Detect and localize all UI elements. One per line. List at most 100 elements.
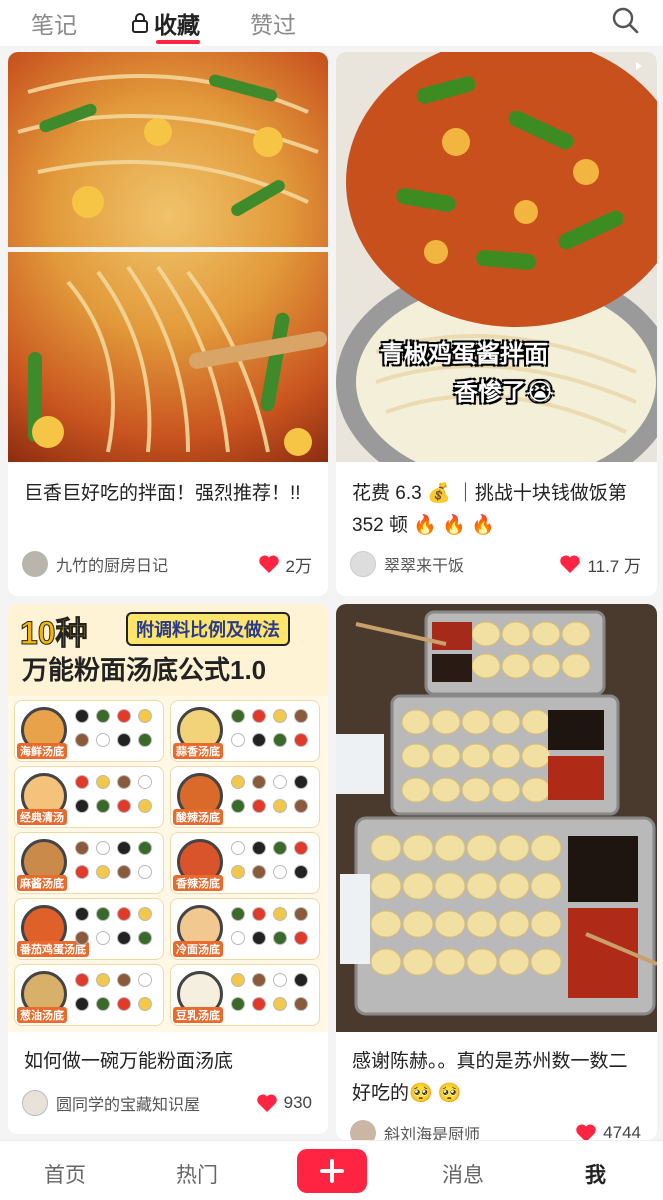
heart-icon[interactable] — [575, 1123, 597, 1140]
avatar[interactable] — [22, 1090, 48, 1116]
avatar[interactable] — [22, 551, 48, 577]
like-count: 4744 — [603, 1123, 641, 1140]
nav-home[interactable]: 首页 — [44, 1159, 86, 1189]
ingredient-icon — [138, 799, 152, 813]
ingredient-icon — [252, 709, 266, 723]
ingredient-icon — [252, 799, 266, 813]
avatar[interactable] — [350, 551, 376, 577]
infographic-number: 10种 — [20, 615, 89, 652]
ingredient-icon — [138, 997, 152, 1011]
nav-me[interactable]: 我 — [585, 1159, 606, 1189]
soup-base-label: 香辣汤底 — [173, 875, 223, 891]
ingredient-icon — [273, 907, 287, 921]
ingredient-icon — [96, 733, 110, 747]
ingredient-icon — [117, 931, 131, 945]
ingredient-icon — [252, 841, 266, 855]
note-meta: 翠翠来干饭 11.7 万 — [350, 549, 641, 579]
soup-base-tile: 番茄鸡蛋汤底 — [14, 898, 164, 960]
ingredient-icon — [96, 775, 110, 789]
ingredient-icon — [138, 931, 152, 945]
ingredient-icons — [75, 709, 161, 755]
ingredient-icon — [117, 733, 131, 747]
ingredient-icon — [96, 709, 110, 723]
soup-base-label: 冷面汤底 — [173, 941, 223, 957]
tab-notes[interactable]: 笔记 — [31, 6, 77, 40]
ingredient-icon — [75, 997, 89, 1011]
ingredient-icon — [231, 865, 245, 879]
ingredient-icon — [252, 973, 266, 987]
author-name[interactable]: 圆同学的宝藏知识屋 — [56, 1091, 256, 1115]
author-name[interactable]: 九竹的厨房日记 — [56, 552, 258, 576]
note-card[interactable]: 10种 附调料比例及做法 万能粉面汤底公式1.0 海鲜汤底 蒜香汤底 经典清汤 酸辣汤… — [8, 604, 328, 1134]
cover-image — [8, 52, 328, 462]
note-meta: 斜刘海是厨师 4744 — [350, 1118, 641, 1140]
ingredient-icons — [231, 973, 317, 1019]
infographic-subtitle: 万能粉面汤底公式1.0 — [22, 655, 267, 685]
note-meta: 圆同学的宝藏知识屋 930 — [22, 1088, 312, 1118]
tab-favorites[interactable]: 收藏 — [130, 6, 200, 40]
ingredient-icon — [138, 709, 152, 723]
ingredient-icon — [117, 709, 131, 723]
search-icon[interactable] — [611, 6, 639, 34]
ingredient-icon — [96, 931, 110, 945]
note-card[interactable]: 青椒鸡蛋酱拌面 香惨了😭 花费 6.3 💰 ｜挑战十块钱做饭第 352 顿 🔥 … — [336, 52, 657, 596]
author-name[interactable]: 斜刘海是厨师 — [384, 1121, 575, 1140]
ingredient-icon — [294, 997, 308, 1011]
soup-base-tile: 葱油汤底 — [14, 964, 164, 1026]
note-title: 巨香巨好吃的拌面！强烈推荐！!! — [24, 483, 301, 504]
note-card[interactable]: 巨香巨好吃的拌面！强烈推荐！!! 九竹的厨房日记 2万 — [8, 52, 328, 596]
ingredient-icon — [75, 709, 89, 723]
nav-messages[interactable]: 消息 — [442, 1159, 484, 1189]
ingredient-icon — [294, 775, 308, 789]
infographic-grid: 海鲜汤底 蒜香汤底 经典清汤 酸辣汤底 麻酱汤底 香辣汤底 番茄鸡蛋汤底 冷面汤底 葱油汤底 豆乳… — [14, 700, 322, 1026]
create-post-button[interactable] — [297, 1149, 367, 1193]
heart-icon[interactable] — [258, 554, 280, 574]
cover-image — [336, 604, 657, 1032]
like-count: 930 — [283, 1093, 312, 1112]
ingredient-icon — [294, 841, 308, 855]
ingredient-icon — [117, 865, 131, 879]
soup-base-label: 经典清汤 — [17, 809, 67, 825]
soup-base-tile: 酸辣汤底 — [170, 766, 320, 828]
ingredient-icon — [96, 907, 110, 921]
cover-image: 青椒鸡蛋酱拌面 香惨了😭 — [336, 52, 657, 502]
ingredient-icon — [75, 733, 89, 747]
ingredient-icon — [96, 997, 110, 1011]
avatar[interactable] — [350, 1120, 376, 1140]
ingredient-icon — [75, 865, 89, 879]
ingredient-icon — [117, 973, 131, 987]
ingredient-icon — [231, 931, 245, 945]
ingredient-icon — [252, 865, 266, 879]
ingredient-icon — [294, 733, 308, 747]
ingredient-icon — [138, 841, 152, 855]
cover-overlay-line2: 香惨了😭 — [454, 379, 555, 406]
heart-icon[interactable] — [256, 1093, 278, 1113]
soup-base-label: 麻酱汤底 — [17, 875, 67, 891]
favorites-page: 笔记 收藏 赞过 巨香巨好吃的拌面！强烈推荐！!! 九竹的厨房日记 2万 青椒鸡… — [0, 0, 663, 1200]
ingredient-icons — [75, 775, 161, 821]
nav-hot[interactable]: 热门 — [176, 1159, 218, 1189]
soup-base-label: 蒜香汤底 — [173, 743, 223, 759]
ingredient-icon — [138, 733, 152, 747]
soup-base-label: 葱油汤底 — [17, 1007, 67, 1023]
lock-icon — [130, 12, 150, 34]
ingredient-icon — [273, 841, 287, 855]
ingredient-icon — [231, 841, 245, 855]
author-name[interactable]: 翠翠来干饭 — [384, 552, 559, 576]
ingredient-icon — [96, 865, 110, 879]
ingredient-icon — [294, 931, 308, 945]
tab-liked[interactable]: 赞过 — [250, 6, 296, 40]
ingredient-icon — [75, 907, 89, 921]
ingredient-icon — [231, 799, 245, 813]
heart-icon[interactable] — [559, 554, 581, 574]
note-card[interactable]: 感谢陈赫。。真的是苏州数一数二好吃的🥺 🥺 斜刘海是厨师 4744 — [336, 604, 657, 1140]
tab-favorites-label: 收藏 — [154, 12, 200, 38]
ingredient-icon — [75, 775, 89, 789]
ingredient-icon — [75, 931, 89, 945]
ingredient-icon — [117, 841, 131, 855]
ingredient-icon — [252, 775, 266, 789]
ingredient-icon — [273, 997, 287, 1011]
top-tab-bar: 笔记 收藏 赞过 — [0, 0, 663, 46]
infographic-tag: 附调料比例及做法 — [126, 612, 290, 646]
ingredient-icon — [138, 775, 152, 789]
